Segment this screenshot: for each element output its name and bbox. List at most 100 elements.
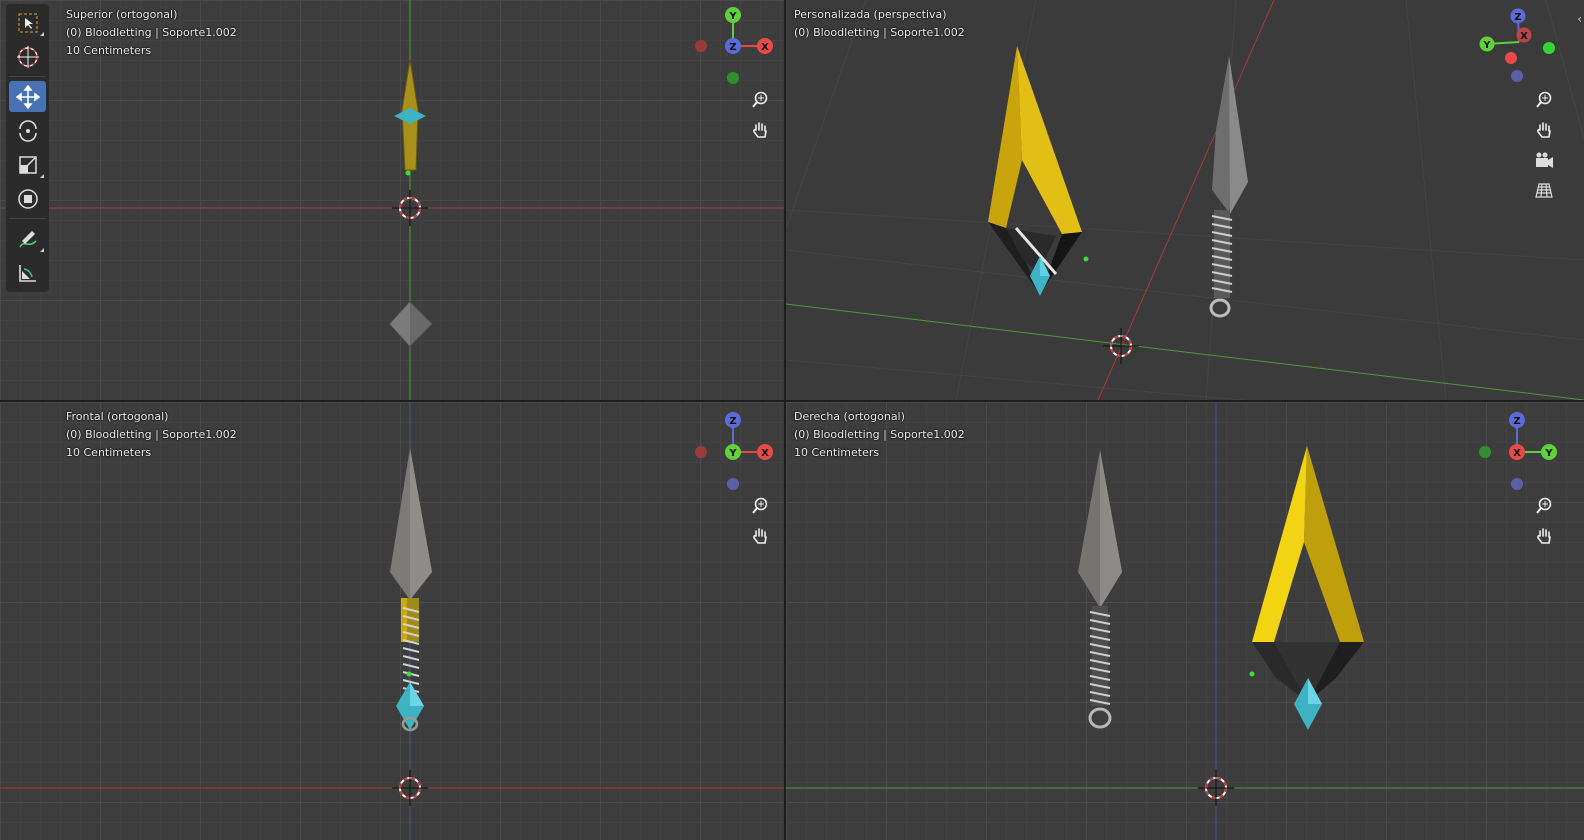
pan-hand-icon <box>1537 122 1551 138</box>
gizmo-neg-z[interactable] <box>1511 70 1523 82</box>
select-box-icon <box>18 13 37 32</box>
zoom-button[interactable] <box>1530 86 1558 114</box>
zoom-icon <box>1536 91 1552 108</box>
move-tool[interactable] <box>9 81 46 112</box>
right-view-scene <box>786 402 1584 840</box>
kunai-grey-persp[interactable] <box>1209 56 1248 318</box>
3d-cursor-icon[interactable] <box>1103 328 1139 364</box>
gizmo-x-label: X <box>1520 31 1528 42</box>
viewport-info-front: Frontal (ortogonal) (0) Bloodletting | S… <box>66 408 237 462</box>
gizmo-neg-x[interactable] <box>695 446 707 458</box>
cursor-icon <box>16 45 39 68</box>
gizmo-neg-z[interactable] <box>1511 478 1523 490</box>
nav-gizmo-persp[interactable]: Z Y X <box>1474 4 1564 84</box>
gizmo-y-label: Y <box>1544 448 1553 459</box>
view-name: Derecha (ortogonal) <box>794 410 905 423</box>
view-name: Frontal (ortogonal) <box>66 410 169 423</box>
perspective-scene <box>786 0 1584 400</box>
ortho-toggle-button[interactable] <box>1530 176 1558 204</box>
blade-top-face <box>390 302 410 346</box>
measure-icon <box>18 264 36 282</box>
scale-tool[interactable] <box>9 149 46 180</box>
gizmo-neg-x[interactable] <box>1505 52 1517 64</box>
gizmo-z-label: Z <box>729 416 736 427</box>
gizmo-neg-y[interactable] <box>1479 446 1491 458</box>
gizmo-y-label: Y <box>728 448 737 459</box>
zoom-button[interactable] <box>1530 492 1558 520</box>
pan-button[interactable] <box>746 116 774 144</box>
pan-button[interactable] <box>746 522 774 550</box>
view-name: Superior (ortogonal) <box>66 8 178 21</box>
3d-cursor-icon[interactable] <box>392 770 428 806</box>
camera-view-button[interactable] <box>1530 146 1558 174</box>
gizmo-neg-z[interactable] <box>727 478 739 490</box>
3d-cursor-icon[interactable] <box>392 190 428 226</box>
nav-gizmo-right[interactable]: Z Y X <box>1474 408 1564 498</box>
gem-top[interactable] <box>394 108 426 124</box>
perspective-grid <box>786 0 1584 400</box>
rotate-tool[interactable] <box>9 115 46 146</box>
origin-dot <box>1249 671 1255 677</box>
camera-icon <box>1536 152 1553 168</box>
kunai-front[interactable] <box>390 448 432 732</box>
x-axis-line <box>1097 0 1275 400</box>
front-view-scene <box>0 402 784 840</box>
sidebar-toggle-icon[interactable]: ‹ <box>1577 12 1582 26</box>
kunai-gold-persp[interactable] <box>988 46 1082 296</box>
measure-tool[interactable] <box>9 257 46 288</box>
cursor-tool[interactable] <box>9 41 46 72</box>
origin-dot <box>1083 256 1089 262</box>
object-line: (0) Bloodletting | Soporte1.002 <box>794 428 965 441</box>
object-line: (0) Bloodletting | Soporte1.002 <box>794 26 965 39</box>
gizmo-neg-y[interactable] <box>1543 42 1555 54</box>
pan-button[interactable] <box>1530 522 1558 550</box>
viewport-right[interactable]: Derecha (ortogonal) (0) Bloodletting | S… <box>786 402 1584 840</box>
gizmo-neg-x[interactable] <box>695 40 707 52</box>
gizmo-z-label: Z <box>1514 12 1521 23</box>
viewport-info-persp: Personalizada (perspectiva) (0) Bloodlet… <box>794 6 965 42</box>
top-view-scene <box>0 0 784 400</box>
gizmo-z-label: Z <box>1513 416 1520 427</box>
y-axis-line <box>786 303 1584 400</box>
zoom-icon <box>1536 497 1552 514</box>
zoom-button[interactable] <box>746 86 774 114</box>
scale-label: 10 Centimeters <box>66 446 152 459</box>
annotate-icon <box>18 230 37 247</box>
viewport-perspective[interactable]: Personalizada (perspectiva) (0) Bloodlet… <box>786 0 1584 400</box>
pan-button[interactable] <box>1530 116 1558 144</box>
zoom-button[interactable] <box>746 492 774 520</box>
annotate-tool[interactable] <box>9 223 46 254</box>
gizmo-neg-y[interactable] <box>727 72 739 84</box>
3d-cursor-icon[interactable] <box>1198 770 1234 806</box>
pan-hand-icon <box>753 528 767 544</box>
nav-gizmo-top[interactable]: Y X Z <box>690 4 780 94</box>
gizmo-x-label: X <box>761 42 769 53</box>
scale-label: 10 Centimeters <box>66 44 152 57</box>
nav-gizmo-front[interactable]: Z X Y <box>690 408 780 498</box>
object-line: (0) Bloodletting | Soporte1.002 <box>66 26 237 39</box>
tool-shelf <box>6 4 49 292</box>
select-box-tool[interactable] <box>9 7 46 38</box>
scale-icon <box>18 155 37 174</box>
scale-label: 10 Centimeters <box>794 446 880 459</box>
origin-dot <box>406 671 412 677</box>
zoom-icon <box>752 91 768 108</box>
kunai-gold-right[interactable] <box>1252 446 1364 730</box>
viewport-info-right: Derecha (ortogonal) (0) Bloodletting | S… <box>794 408 965 462</box>
origin-dot <box>405 170 411 176</box>
gizmo-z-label: Z <box>729 42 736 53</box>
view-name: Personalizada (perspectiva) <box>794 8 947 21</box>
move-icon <box>15 84 40 109</box>
gizmo-x-label: X <box>761 448 769 459</box>
pan-hand-icon <box>753 122 767 138</box>
gizmo-x-label: X <box>1513 448 1521 459</box>
grid-icon <box>1535 183 1553 198</box>
transform-tool[interactable] <box>9 183 46 214</box>
viewport-front[interactable]: Frontal (ortogonal) (0) Bloodletting | S… <box>0 402 784 840</box>
pan-hand-icon <box>1537 528 1551 544</box>
gizmo-y-label: Y <box>1482 40 1491 51</box>
viewport-top[interactable]: Superior (ortogonal) (0) Bloodletting | … <box>0 0 784 400</box>
object-line: (0) Bloodletting | Soporte1.002 <box>66 428 237 441</box>
transform-icon <box>17 188 38 209</box>
kunai-grey-right[interactable] <box>1078 450 1122 729</box>
